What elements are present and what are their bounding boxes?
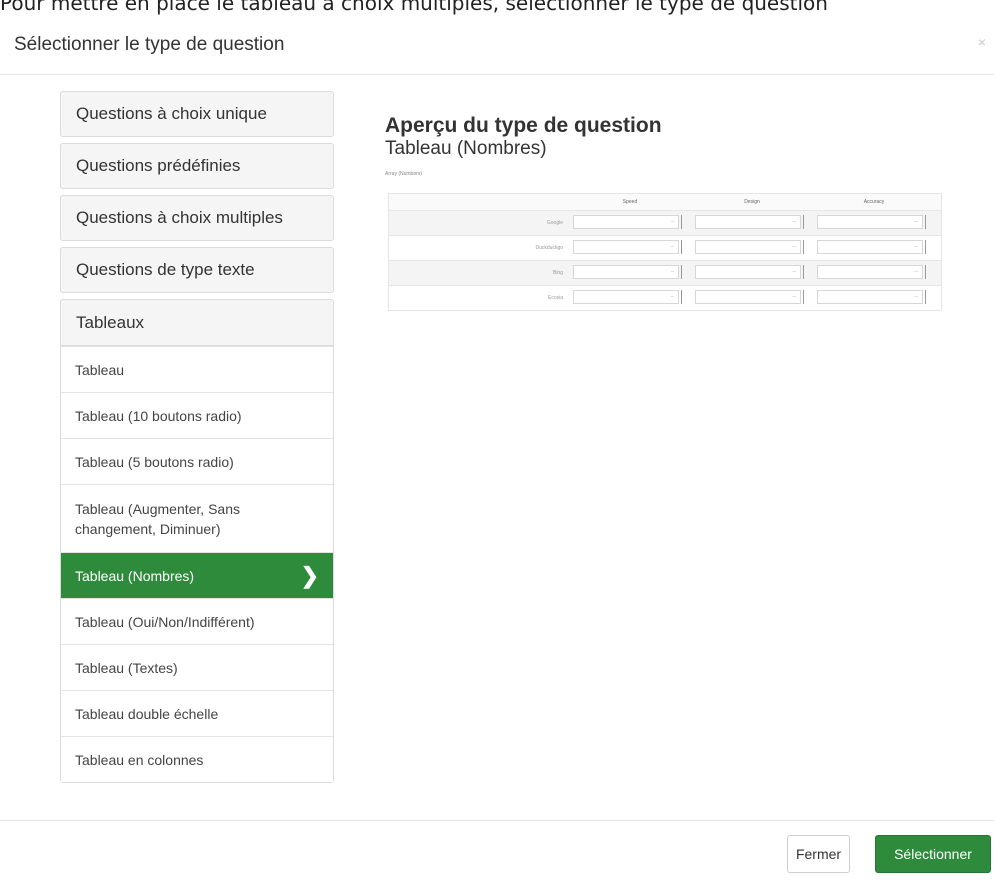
number-input[interactable]: –	[817, 290, 923, 304]
list-item[interactable]: Tableau (Textes)	[61, 644, 333, 690]
list-item-selected[interactable]: Tableau (Nombres) ❯	[61, 552, 333, 598]
spinner-icon[interactable]	[803, 240, 808, 254]
spinner-icon[interactable]	[925, 215, 930, 229]
table-row: Google – – –	[389, 210, 941, 235]
table-header-row: Speed Design Accuracy	[389, 194, 941, 210]
modal-header: Sélectionner le type de question ×	[0, 18, 994, 75]
select-button[interactable]: Sélectionner	[875, 835, 991, 873]
preview-panel: Aperçu du type de question Tableau (Nomb…	[385, 114, 662, 178]
category-arrays[interactable]: Tableaux	[60, 299, 334, 346]
spinner-icon[interactable]	[681, 240, 686, 254]
spinner-icon[interactable]	[925, 290, 930, 304]
list-item[interactable]: Tableau en colonnes	[61, 736, 333, 782]
table-row: Ecosia – – –	[389, 285, 941, 310]
list-item[interactable]: Tableau double échelle	[61, 690, 333, 736]
category-single-choice[interactable]: Questions à choix unique	[60, 91, 334, 137]
number-input[interactable]: –	[573, 265, 679, 279]
category-multiple-choice[interactable]: Questions à choix multiples	[60, 195, 334, 241]
number-input[interactable]: –	[695, 240, 801, 254]
row-label: Duckduckgo	[535, 245, 563, 251]
row-label: Google	[546, 220, 563, 226]
list-item[interactable]: Tableau (5 boutons radio)	[61, 438, 333, 484]
number-input[interactable]: –	[817, 265, 923, 279]
spinner-icon[interactable]	[681, 265, 686, 279]
close-button[interactable]: Fermer	[787, 835, 850, 873]
number-input[interactable]: –	[695, 265, 801, 279]
array-types-list: Tableau Tableau (10 boutons radio) Table…	[60, 346, 334, 783]
list-item[interactable]: Tableau	[61, 346, 333, 392]
spinner-icon[interactable]	[925, 265, 930, 279]
list-item[interactable]: Tableau (Augmenter, Sans changement, Dim…	[61, 484, 333, 552]
table-row: Bing – – –	[389, 260, 941, 285]
chevron-right-icon: ❯	[300, 562, 319, 588]
spinner-icon[interactable]	[681, 290, 686, 304]
page-caption: Pour mettre en place le tableau à choix …	[0, 0, 828, 15]
preview-type-name: Tableau (Nombres)	[385, 138, 547, 159]
category-text[interactable]: Questions de type texte	[60, 247, 334, 293]
preview-question-label: Array (Numbers)	[385, 171, 422, 177]
row-label: Bing	[552, 270, 563, 276]
number-input[interactable]: –	[573, 240, 679, 254]
number-input[interactable]: –	[573, 290, 679, 304]
list-item[interactable]: Tableau (10 boutons radio)	[61, 392, 333, 438]
list-item-label: Tableau (Nombres)	[75, 567, 195, 584]
spinner-icon[interactable]	[681, 215, 686, 229]
row-label: Ecosia	[547, 295, 563, 301]
close-icon[interactable]: ×	[978, 34, 986, 50]
column-header: Speed	[622, 199, 638, 205]
number-input[interactable]: –	[817, 240, 923, 254]
number-input[interactable]: –	[695, 290, 801, 304]
number-input[interactable]: –	[695, 215, 801, 229]
column-header: Accuracy	[863, 199, 885, 205]
spinner-icon[interactable]	[925, 240, 930, 254]
category-predefined[interactable]: Questions prédéfinies	[60, 143, 334, 189]
preview-heading: Aperçu du type de question	[385, 114, 662, 137]
list-item[interactable]: Tableau (Oui/Non/Indifférent)	[61, 598, 333, 644]
question-type-sidebar: Questions à choix unique Questions prédé…	[60, 91, 334, 783]
number-input[interactable]: –	[817, 215, 923, 229]
preview-array-table: Speed Design Accuracy Google – – – Duckd…	[388, 193, 942, 311]
spinner-icon[interactable]	[803, 265, 808, 279]
spinner-icon[interactable]	[803, 215, 808, 229]
table-row: Duckduckgo – – –	[389, 235, 941, 260]
modal-title: Sélectionner le type de question	[14, 34, 285, 55]
number-input[interactable]: –	[573, 215, 679, 229]
spinner-icon[interactable]	[803, 290, 808, 304]
column-header: Design	[744, 199, 760, 205]
